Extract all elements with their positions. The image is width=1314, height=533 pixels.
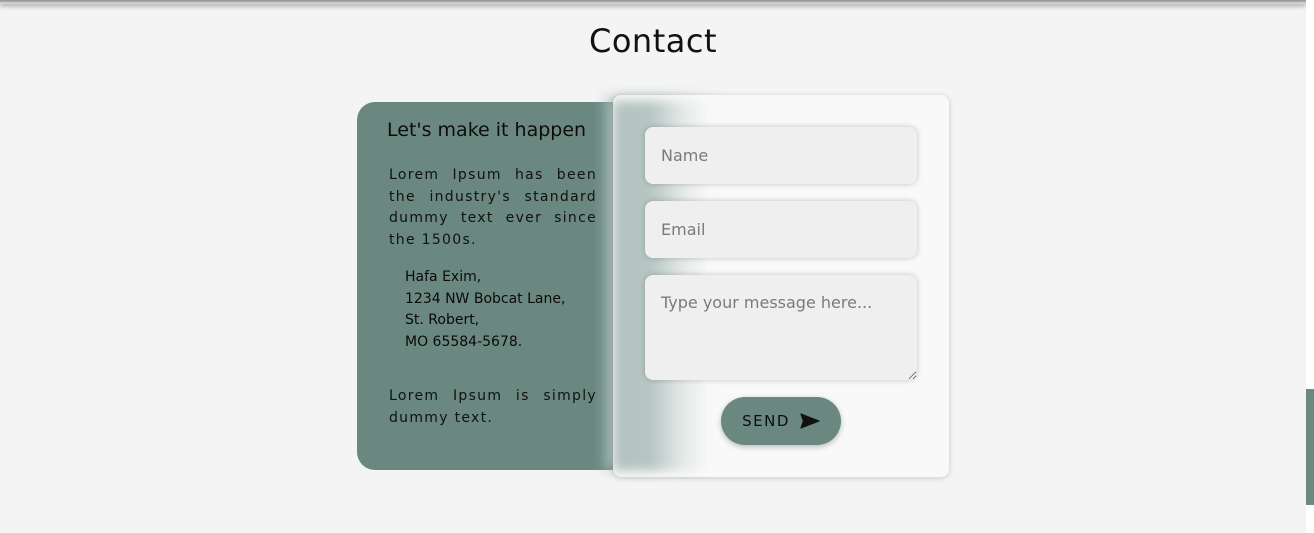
scrollbar-thumb[interactable] [1306,389,1314,505]
contact-form: SEND [613,95,949,477]
address-line: St. Robert, [405,312,480,328]
address-block: Hafa Exim, 1234 NW Bobcat Lane, St. Robe… [405,267,605,353]
info-heading: Let's make it happen [387,119,587,141]
address-line: 1234 NW Bobcat Lane, [405,290,566,307]
send-button-label: SEND [742,412,790,430]
info-outro-text: Lorem Ipsum is simply dummy text. [389,388,597,426]
send-button[interactable]: SEND [721,397,841,445]
address-line: MO 65584-5678. [405,333,523,350]
name-field[interactable] [645,127,917,184]
send-icon [800,413,820,429]
top-bar-shadow [0,0,1306,4]
page-title: Contact [589,22,717,60]
info-intro-text: Lorem Ipsum has been the industry's stan… [389,167,597,248]
email-field[interactable] [645,201,917,258]
address-line: Hafa Exim, [405,269,482,285]
message-field[interactable] [645,275,917,380]
